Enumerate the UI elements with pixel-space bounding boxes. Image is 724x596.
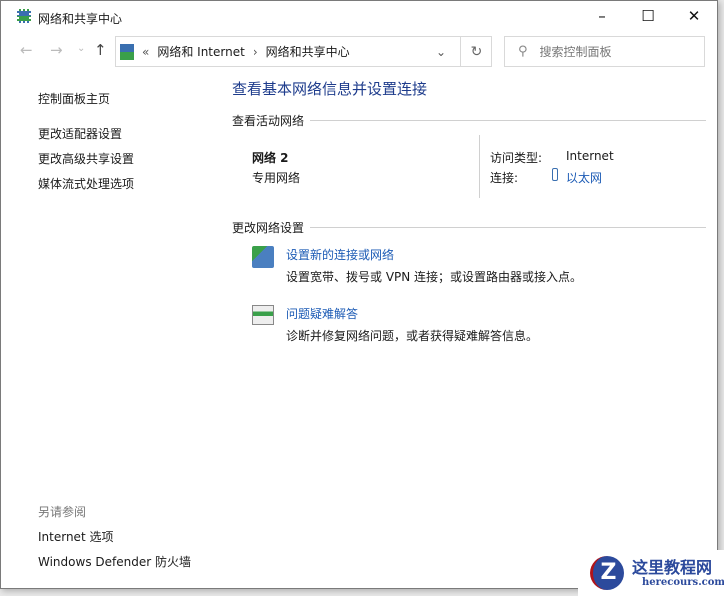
minimize-button[interactable]: – xyxy=(579,1,625,31)
watermark-logo-icon: Z xyxy=(590,556,624,590)
access-type-label: 访问类型: xyxy=(490,151,543,165)
network-sharing-center-window: 网络和共享中心 – ☐ ✕ ← → ⌄ ↑ « 网络和 Internet › 网… xyxy=(0,0,718,589)
access-type-value: Internet xyxy=(566,149,614,163)
active-networks-label: 查看活动网络 xyxy=(232,114,305,128)
watermark: Z 这里教程网 herecours.com xyxy=(578,550,724,596)
recent-locations-button[interactable]: ⌄ xyxy=(77,43,85,54)
address-bar[interactable]: « 网络和 Internet › 网络和共享中心 ⌄ ↻ xyxy=(115,36,492,67)
breadcrumb-sharing-center[interactable]: 网络和共享中心 xyxy=(266,43,350,60)
see-also-label: 另请参阅 xyxy=(38,505,87,519)
forward-button[interactable]: → xyxy=(50,41,63,59)
watermark-name: 这里教程网 xyxy=(632,558,713,577)
window-title: 网络和共享中心 xyxy=(38,12,123,26)
setup-new-connection-link[interactable]: 设置新的连接或网络 xyxy=(286,246,394,263)
sidebar-change-advanced-sharing[interactable]: 更改高级共享设置 xyxy=(38,150,134,167)
breadcrumb-overflow[interactable]: « xyxy=(142,45,149,59)
connections-label: 连接: xyxy=(490,171,519,185)
sidebar-control-panel-home[interactable]: 控制面板主页 xyxy=(38,90,110,107)
ethernet-connection-link[interactable]: 以太网 xyxy=(566,169,602,186)
sidebar-change-adapter-settings[interactable]: 更改适配器设置 xyxy=(38,125,122,142)
watermark-url: herecours.com xyxy=(642,577,724,588)
sidebar-media-streaming[interactable]: 媒体流式处理选项 xyxy=(38,175,134,192)
change-settings-label: 更改网络设置 xyxy=(232,221,305,235)
new-connection-icon xyxy=(252,246,274,268)
network-type-link[interactable]: 专用网络 xyxy=(252,169,300,186)
active-networks-header: 查看活动网络 xyxy=(232,112,706,129)
search-icon: ⚲ xyxy=(518,44,528,59)
troubleshoot-desc: 诊断并修复网络问题，或者获得疑难解答信息。 xyxy=(286,329,539,343)
troubleshoot-link[interactable]: 问题疑难解答 xyxy=(286,305,358,322)
search-input[interactable]: 搜索控制面板 xyxy=(540,43,612,60)
up-button[interactable]: ↑ xyxy=(94,41,107,59)
maximize-button[interactable]: ☐ xyxy=(625,1,671,31)
change-settings-header: 更改网络设置 xyxy=(232,219,706,236)
ethernet-icon xyxy=(552,168,558,181)
troubleshoot-icon xyxy=(252,305,274,325)
divider xyxy=(479,135,480,198)
breadcrumb-network-internet[interactable]: 网络和 Internet xyxy=(157,43,244,60)
back-button[interactable]: ← xyxy=(20,41,33,59)
page-heading: 查看基本网络信息并设置连接 xyxy=(232,80,428,98)
network-name: 网络 2 xyxy=(252,151,289,165)
breadcrumb-arrow[interactable]: › xyxy=(253,45,258,59)
setup-new-connection-desc: 设置宽带、拨号或 VPN 连接；或设置路由器或接入点。 xyxy=(286,270,583,284)
close-button[interactable]: ✕ xyxy=(671,1,717,31)
address-dropdown-button[interactable]: ⌄ xyxy=(436,45,446,59)
internet-options-link[interactable]: Internet 选项 xyxy=(38,528,113,545)
search-box[interactable]: ⚲ 搜索控制面板 xyxy=(504,36,705,67)
network-icon xyxy=(120,43,134,60)
windows-defender-firewall-link[interactable]: Windows Defender 防火墙 xyxy=(38,553,191,570)
refresh-button[interactable]: ↻ xyxy=(460,36,492,67)
network-icon xyxy=(17,9,31,23)
